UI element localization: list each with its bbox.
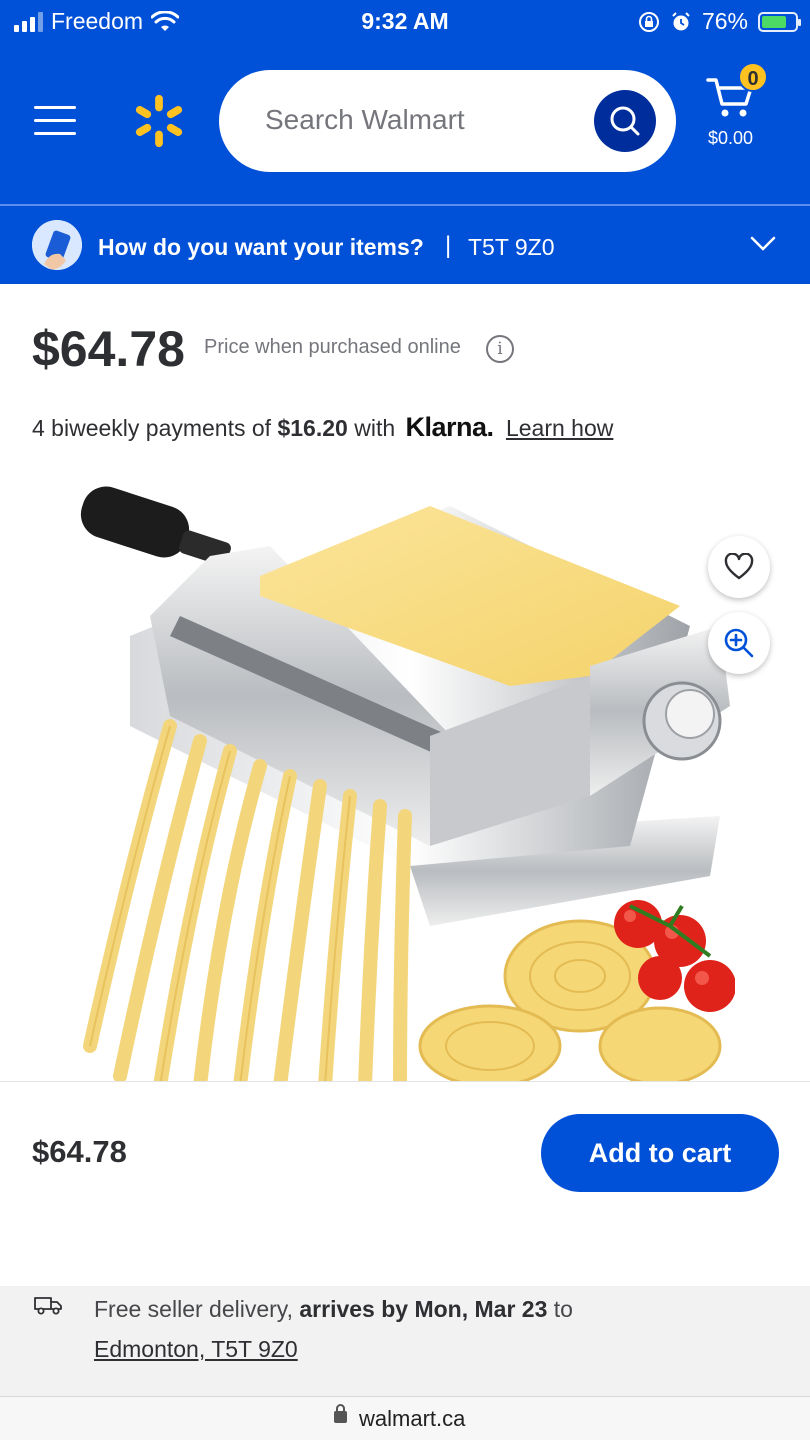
zoom-button[interactable] — [708, 612, 770, 674]
delivery-location-link[interactable]: Edmonton, T5T 9Z0 — [94, 1336, 298, 1363]
fulfillment-question: How do you want your items? — [98, 234, 424, 260]
separator: | — [445, 232, 452, 259]
alarm-icon — [672, 11, 690, 30]
delivery-estimate: Free seller delivery, arrives by Mon, Ma… — [94, 1296, 573, 1323]
search-input[interactable] — [265, 100, 585, 140]
search-bar — [219, 70, 676, 172]
fulfillment-selector[interactable]: How do you want your items? | T5T 9Z0 — [0, 204, 810, 284]
header: Freedom 9:32 AM 76% Search Walmart 0 $0.… — [0, 0, 810, 204]
shipping-info: Free seller delivery, arrives by Mon, Ma… — [0, 1286, 810, 1396]
search-button[interactable] — [594, 90, 656, 152]
product-price: $64.78 — [32, 321, 185, 377]
rotation-lock-icon — [638, 11, 659, 32]
postal-code: T5T 9Z0 — [468, 234, 555, 260]
fulfillment-avatar-icon — [32, 220, 82, 270]
favorite-button[interactable] — [708, 536, 770, 598]
chevron-down-icon — [750, 236, 776, 251]
add-to-cart-button[interactable]: Add to cart — [541, 1114, 779, 1192]
status-bar: Freedom 9:32 AM 76% — [0, 0, 810, 44]
sticky-add-to-cart-bar: $64.78 Add to cart — [0, 1081, 810, 1286]
installment-prefix: 4 biweekly payments of — [32, 415, 272, 441]
installment-amount: $16.20 — [277, 415, 348, 441]
browser-url-bar[interactable]: walmart.ca — [0, 1396, 810, 1440]
info-icon[interactable]: i — [486, 335, 514, 363]
battery-fill — [762, 15, 786, 28]
learn-how-link[interactable]: Learn how — [506, 415, 613, 441]
product-page: Freedom 9:32 AM 76% Search Walmart 0 $0.… — [0, 0, 810, 1440]
status-right: 76% — [638, 8, 801, 35]
cart-button[interactable]: 0 $0.00 — [700, 62, 780, 152]
lock-icon — [334, 1404, 347, 1423]
installment-with: with — [354, 415, 396, 441]
product-image[interactable] — [70, 486, 735, 1082]
menu-icon[interactable] — [34, 106, 76, 136]
delivery-suffix: to — [553, 1296, 573, 1322]
klarna-logo: Klarna. — [405, 412, 495, 442]
zoom-in-icon — [724, 628, 754, 658]
heart-icon — [724, 553, 754, 580]
delivery-prefix: Free seller delivery, — [94, 1296, 293, 1322]
truck-icon — [34, 1297, 62, 1315]
sticky-price: $64.78 — [32, 1134, 127, 1169]
search-icon — [610, 106, 640, 136]
walmart-spark-logo[interactable] — [130, 92, 188, 150]
klarna-installments: 4 biweekly payments of $16.20 with Klarn… — [32, 412, 613, 443]
arrival-date: arrives by Mon, Mar 23 — [299, 1296, 548, 1322]
url-text: walmart.ca — [359, 1406, 466, 1431]
cart-count-badge: 0 — [738, 62, 768, 92]
price-note: Price when purchased online — [204, 336, 461, 358]
battery-icon — [758, 11, 801, 32]
cart-total: $0.00 — [708, 128, 754, 148]
battery-percent: 76% — [701, 8, 748, 34]
